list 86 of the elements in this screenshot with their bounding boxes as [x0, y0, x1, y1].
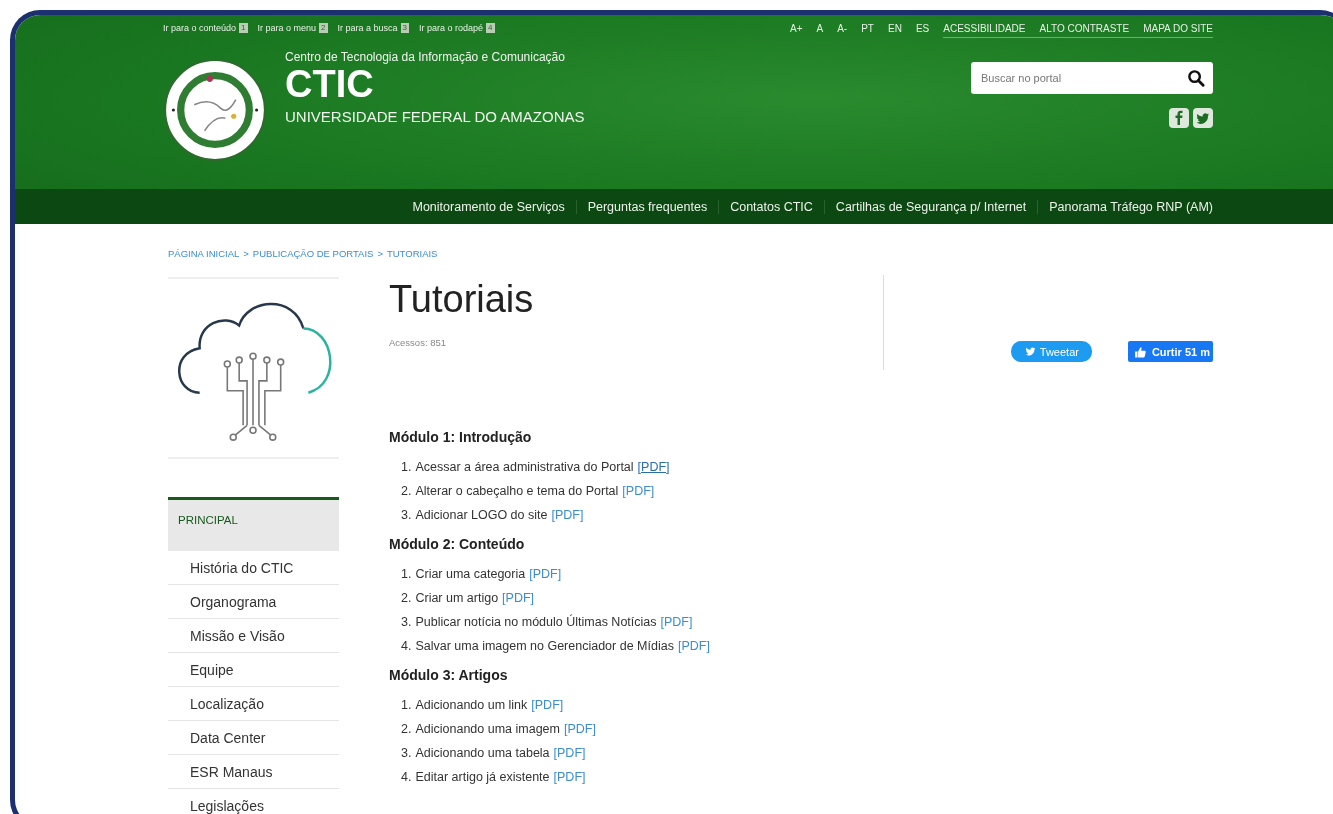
tutorial-title: Criar uma categoria — [415, 567, 526, 581]
tutorial-title: Criar um artigo — [415, 591, 499, 605]
font-size-link[interactable]: A — [816, 23, 824, 38]
sidebar-item[interactable]: Data Center — [190, 729, 266, 746]
skip-link[interactable]: Ir para o conteúdo — [163, 23, 237, 33]
list-number: 3. — [401, 615, 412, 629]
site-subtitle: Centro de Tecnologia da Informação e Comunicação — [285, 50, 566, 64]
breadcrumb-separator: > — [243, 248, 249, 259]
search-field[interactable]: Buscar no portal — [971, 62, 1213, 94]
tutorial-title: Salvar uma imagem no Gerenciador de Mídias — [415, 639, 674, 653]
nav-link[interactable]: Cartilhas de Segurança p/ Internet — [823, 199, 1038, 214]
pdf-link[interactable]: [PDF] — [553, 746, 586, 760]
pdf-link[interactable]: [PDF] — [677, 639, 710, 653]
list-number: 1. — [401, 460, 412, 474]
university-name: UNIVERSIDADE FEDERAL DO AMAZONAS — [285, 108, 585, 125]
university-seal-icon — [163, 58, 267, 162]
pdf-link[interactable]: [PDF] — [553, 770, 586, 784]
pdf-link[interactable]: [PDF] — [622, 484, 655, 498]
hit-counter: Acessos: 851 — [389, 337, 448, 348]
header-link[interactable]: ALTO CONTRASTE — [1039, 23, 1130, 34]
nav-link[interactable]: Monitoramento de Serviços — [401, 199, 576, 214]
page-title: Tutoriais — [389, 277, 535, 322]
nav-link[interactable]: Perguntas frequentes — [575, 199, 719, 214]
sidebar-item[interactable]: ESR Manaus — [190, 763, 273, 780]
list-number: 1. — [401, 698, 412, 712]
module-heading: Módulo 1: Introdução — [389, 429, 533, 445]
list-number: 1. — [401, 567, 412, 581]
access-key-badge: 3 — [400, 23, 409, 33]
twitter-icon[interactable] — [1193, 108, 1213, 128]
tweet-button[interactable]: Tweetar — [1010, 341, 1092, 362]
pdf-link[interactable]: [PDF] — [660, 615, 693, 629]
skip-link[interactable]: Ir para o menu — [257, 23, 317, 33]
nav-link[interactable]: Contatos CTIC — [718, 199, 824, 214]
pdf-link[interactable]: [PDF] — [502, 591, 535, 605]
breadcrumb-link[interactable]: PUBLICAÇÃO DE PORTAIS — [252, 248, 374, 259]
skip-link[interactable]: Ir para o rodapé — [419, 23, 484, 33]
breadcrumb-link[interactable]: PÁGINA INICIAL — [168, 248, 240, 259]
tutorial-title: Publicar notícia no módulo Últimas Notícias — [415, 615, 657, 629]
pdf-link[interactable]: [PDF] — [529, 567, 562, 581]
header-link[interactable]: MAPA DO SITE — [1143, 23, 1213, 34]
tutorial-title: Adicionando uma imagem — [415, 722, 560, 736]
access-key-badge: 2 — [319, 23, 328, 33]
skip-link[interactable]: Ir para a busca — [337, 23, 398, 33]
facebook-icon[interactable] — [1169, 108, 1189, 128]
breadcrumb-separator: > — [377, 248, 383, 259]
list-number: 2. — [401, 722, 412, 736]
tutorial-title: Adicionar LOGO do site — [415, 508, 548, 522]
list-number: 4. — [401, 639, 412, 653]
module-heading: Módulo 2: Conteúdo — [389, 536, 526, 552]
pdf-link[interactable]: [PDF] — [637, 460, 670, 474]
pdf-link[interactable]: [PDF] — [563, 722, 596, 736]
language-link[interactable]: PT — [861, 23, 874, 38]
pdf-link[interactable]: [PDF] — [551, 508, 584, 522]
font-size-link[interactable]: A- — [837, 23, 848, 38]
pdf-link[interactable]: [PDF] — [531, 698, 564, 712]
tutorial-title: Editar artigo já existente — [415, 770, 550, 784]
sidebar-heading: PRINCIPAL — [168, 497, 339, 551]
sidebar-item[interactable]: História do CTIC — [190, 559, 294, 576]
list-number: 3. — [401, 746, 412, 760]
tutorial-title: Alterar o cabeçalho e tema do Portal — [415, 484, 619, 498]
site-title[interactable]: CTIC — [285, 64, 585, 104]
sidebar-item[interactable]: Legislações — [190, 797, 264, 814]
sidebar-item[interactable]: Equipe — [190, 661, 234, 678]
breadcrumb-link[interactable]: TUTORIAIS — [386, 248, 438, 259]
tutorial-title: Adicionando uma tabela — [415, 746, 550, 760]
language-link[interactable]: EN — [888, 23, 902, 38]
search-icon[interactable] — [1187, 69, 1206, 88]
list-number: 4. — [401, 770, 412, 784]
access-key-badge: 1 — [239, 23, 248, 33]
list-number: 3. — [401, 508, 412, 522]
nav-link[interactable]: Panorama Tráfego RNP (AM) — [1037, 199, 1213, 214]
like-button[interactable]: Curtir 51 m — [1127, 341, 1213, 362]
tutorial-title: Adicionando um link — [415, 698, 528, 712]
bird-icon — [1024, 346, 1036, 357]
sidebar-item[interactable]: Localização — [190, 695, 264, 712]
access-key-badge: 4 — [486, 23, 495, 33]
sidebar-item[interactable]: Missão e Visão — [190, 627, 285, 644]
language-link[interactable]: ES — [915, 23, 930, 38]
sidebar-item[interactable]: Organograma — [190, 593, 277, 610]
list-number: 2. — [401, 591, 412, 605]
font-size-link[interactable]: A+ — [790, 23, 803, 38]
tutorial-title: Acessar a área administrativa do Portal — [415, 460, 634, 474]
list-number: 2. — [401, 484, 412, 498]
thumbs-up-icon — [1133, 345, 1147, 358]
module-heading: Módulo 3: Artigos — [389, 667, 509, 683]
header-link[interactable]: ACESSIBILIDADE — [943, 23, 1026, 34]
